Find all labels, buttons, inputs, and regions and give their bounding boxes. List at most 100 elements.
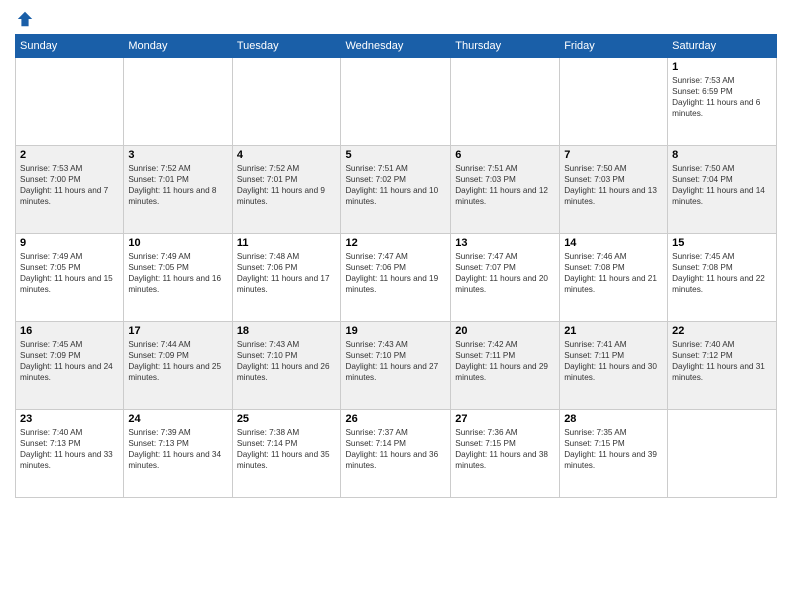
day-number: 2 <box>20 149 119 161</box>
day-info: Sunrise: 7:43 AM Sunset: 7:10 PM Dayligh… <box>345 339 446 383</box>
day-number: 13 <box>455 237 555 249</box>
page-header <box>15 10 777 26</box>
day-number: 7 <box>564 149 663 161</box>
day-number: 15 <box>672 237 772 249</box>
calendar-week-5: 23 Sunrise: 7:40 AM Sunset: 7:13 PM Dayli… <box>16 410 777 498</box>
day-info: Sunrise: 7:42 AM Sunset: 7:11 PM Dayligh… <box>455 339 555 383</box>
day-number: 1 <box>672 61 772 73</box>
weekday-header-row: SundayMondayTuesdayWednesdayThursdayFrid… <box>16 35 777 58</box>
day-info: Sunrise: 7:53 AM Sunset: 7:00 PM Dayligh… <box>20 163 119 207</box>
calendar-cell: 17 Sunrise: 7:44 AM Sunset: 7:09 PM Dayli… <box>124 322 232 410</box>
weekday-header-sunday: Sunday <box>16 35 124 58</box>
calendar-cell: 22 Sunrise: 7:40 AM Sunset: 7:12 PM Dayli… <box>668 322 777 410</box>
calendar-cell: 4 Sunrise: 7:52 AM Sunset: 7:01 PM Daylig… <box>232 146 341 234</box>
calendar-cell: 14 Sunrise: 7:46 AM Sunset: 7:08 PM Dayli… <box>560 234 668 322</box>
calendar-cell: 23 Sunrise: 7:40 AM Sunset: 7:13 PM Dayli… <box>16 410 124 498</box>
calendar-cell <box>668 410 777 498</box>
day-info: Sunrise: 7:47 AM Sunset: 7:07 PM Dayligh… <box>455 251 555 295</box>
day-info: Sunrise: 7:49 AM Sunset: 7:05 PM Dayligh… <box>128 251 227 295</box>
day-info: Sunrise: 7:47 AM Sunset: 7:06 PM Dayligh… <box>345 251 446 295</box>
day-number: 26 <box>345 413 446 425</box>
calendar-week-3: 9 Sunrise: 7:49 AM Sunset: 7:05 PM Daylig… <box>16 234 777 322</box>
calendar-cell <box>16 58 124 146</box>
calendar-cell: 24 Sunrise: 7:39 AM Sunset: 7:13 PM Dayli… <box>124 410 232 498</box>
calendar-cell <box>560 58 668 146</box>
weekday-header-monday: Monday <box>124 35 232 58</box>
day-number: 24 <box>128 413 227 425</box>
day-number: 11 <box>237 237 337 249</box>
day-info: Sunrise: 7:49 AM Sunset: 7:05 PM Dayligh… <box>20 251 119 295</box>
weekday-header-saturday: Saturday <box>668 35 777 58</box>
day-info: Sunrise: 7:38 AM Sunset: 7:14 PM Dayligh… <box>237 427 337 471</box>
day-number: 27 <box>455 413 555 425</box>
day-info: Sunrise: 7:48 AM Sunset: 7:06 PM Dayligh… <box>237 251 337 295</box>
calendar-cell: 16 Sunrise: 7:45 AM Sunset: 7:09 PM Dayli… <box>16 322 124 410</box>
day-number: 10 <box>128 237 227 249</box>
calendar-cell: 21 Sunrise: 7:41 AM Sunset: 7:11 PM Dayli… <box>560 322 668 410</box>
calendar-cell: 6 Sunrise: 7:51 AM Sunset: 7:03 PM Daylig… <box>451 146 560 234</box>
calendar-cell: 10 Sunrise: 7:49 AM Sunset: 7:05 PM Dayli… <box>124 234 232 322</box>
day-number: 19 <box>345 325 446 337</box>
day-number: 12 <box>345 237 446 249</box>
calendar-week-4: 16 Sunrise: 7:45 AM Sunset: 7:09 PM Dayli… <box>16 322 777 410</box>
logo-icon <box>16 10 34 28</box>
page-container: SundayMondayTuesdayWednesdayThursdayFrid… <box>0 0 792 612</box>
calendar-cell <box>232 58 341 146</box>
calendar-cell: 15 Sunrise: 7:45 AM Sunset: 7:08 PM Dayli… <box>668 234 777 322</box>
calendar-cell <box>451 58 560 146</box>
calendar-cell: 25 Sunrise: 7:38 AM Sunset: 7:14 PM Dayli… <box>232 410 341 498</box>
day-info: Sunrise: 7:40 AM Sunset: 7:13 PM Dayligh… <box>20 427 119 471</box>
day-info: Sunrise: 7:43 AM Sunset: 7:10 PM Dayligh… <box>237 339 337 383</box>
day-info: Sunrise: 7:51 AM Sunset: 7:03 PM Dayligh… <box>455 163 555 207</box>
calendar-cell: 11 Sunrise: 7:48 AM Sunset: 7:06 PM Dayli… <box>232 234 341 322</box>
day-info: Sunrise: 7:37 AM Sunset: 7:14 PM Dayligh… <box>345 427 446 471</box>
day-info: Sunrise: 7:39 AM Sunset: 7:13 PM Dayligh… <box>128 427 227 471</box>
day-number: 25 <box>237 413 337 425</box>
day-info: Sunrise: 7:52 AM Sunset: 7:01 PM Dayligh… <box>237 163 337 207</box>
day-number: 8 <box>672 149 772 161</box>
day-number: 3 <box>128 149 227 161</box>
calendar-cell: 28Sunrise: 7:35 AM Sunset: 7:15 PM Dayli… <box>560 410 668 498</box>
weekday-header-tuesday: Tuesday <box>232 35 341 58</box>
day-info: Sunrise: 7:50 AM Sunset: 7:04 PM Dayligh… <box>672 163 772 207</box>
day-info: Sunrise: 7:40 AM Sunset: 7:12 PM Dayligh… <box>672 339 772 383</box>
day-number: 22 <box>672 325 772 337</box>
calendar-cell: 13 Sunrise: 7:47 AM Sunset: 7:07 PM Dayli… <box>451 234 560 322</box>
calendar-cell: 1 Sunrise: 7:53 AM Sunset: 6:59 PM Daylig… <box>668 58 777 146</box>
day-number: 16 <box>20 325 119 337</box>
day-info: Sunrise: 7:46 AM Sunset: 7:08 PM Dayligh… <box>564 251 663 295</box>
calendar-cell: 3 Sunrise: 7:52 AM Sunset: 7:01 PM Daylig… <box>124 146 232 234</box>
day-info: Sunrise: 7:53 AM Sunset: 6:59 PM Dayligh… <box>672 75 772 119</box>
weekday-header-friday: Friday <box>560 35 668 58</box>
day-info: Sunrise: 7:36 AM Sunset: 7:15 PM Dayligh… <box>455 427 555 471</box>
day-number: 4 <box>237 149 337 161</box>
day-info: Sunrise: 7:52 AM Sunset: 7:01 PM Dayligh… <box>128 163 227 207</box>
day-number: 21 <box>564 325 663 337</box>
day-number: 6 <box>455 149 555 161</box>
weekday-header-wednesday: Wednesday <box>341 35 451 58</box>
day-number: 14 <box>564 237 663 249</box>
calendar-week-1: 1 Sunrise: 7:53 AM Sunset: 6:59 PM Daylig… <box>16 58 777 146</box>
day-number: 20 <box>455 325 555 337</box>
day-number: 9 <box>20 237 119 249</box>
day-info: Sunrise: 7:45 AM Sunset: 7:09 PM Dayligh… <box>20 339 119 383</box>
logo <box>15 10 34 26</box>
calendar-cell: 5Sunrise: 7:51 AM Sunset: 7:02 PM Daylig… <box>341 146 451 234</box>
calendar-cell: 2 Sunrise: 7:53 AM Sunset: 7:00 PM Daylig… <box>16 146 124 234</box>
calendar-cell: 26 Sunrise: 7:37 AM Sunset: 7:14 PM Dayli… <box>341 410 451 498</box>
calendar-cell: 12 Sunrise: 7:47 AM Sunset: 7:06 PM Dayli… <box>341 234 451 322</box>
day-info: Sunrise: 7:41 AM Sunset: 7:11 PM Dayligh… <box>564 339 663 383</box>
day-number: 28 <box>564 413 663 425</box>
calendar-cell: 27 Sunrise: 7:36 AM Sunset: 7:15 PM Dayli… <box>451 410 560 498</box>
calendar-table: SundayMondayTuesdayWednesdayThursdayFrid… <box>15 34 777 498</box>
calendar-week-2: 2 Sunrise: 7:53 AM Sunset: 7:00 PM Daylig… <box>16 146 777 234</box>
day-info: Sunrise: 7:45 AM Sunset: 7:08 PM Dayligh… <box>672 251 772 295</box>
day-number: 18 <box>237 325 337 337</box>
calendar-cell: 19 Sunrise: 7:43 AM Sunset: 7:10 PM Dayli… <box>341 322 451 410</box>
calendar-cell: 20 Sunrise: 7:42 AM Sunset: 7:11 PM Dayli… <box>451 322 560 410</box>
day-number: 17 <box>128 325 227 337</box>
day-number: 23 <box>20 413 119 425</box>
calendar-cell: 7Sunrise: 7:50 AM Sunset: 7:03 PM Daylig… <box>560 146 668 234</box>
calendar-cell: 18 Sunrise: 7:43 AM Sunset: 7:10 PM Dayli… <box>232 322 341 410</box>
day-info: Sunrise: 7:44 AM Sunset: 7:09 PM Dayligh… <box>128 339 227 383</box>
